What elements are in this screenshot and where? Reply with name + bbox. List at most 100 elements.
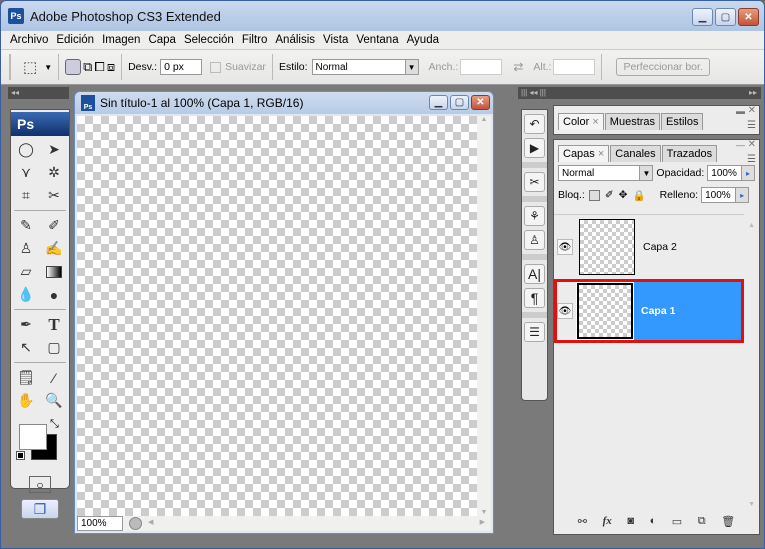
tab-estilos[interactable]: Estilos	[661, 113, 704, 130]
marquee-preset-icon[interactable]: ⬚	[23, 58, 37, 76]
paragraph-panel-icon[interactable]: ¶	[524, 288, 545, 308]
doc-close-button[interactable]: ✕	[471, 95, 490, 110]
menu-edicion[interactable]: Edición	[56, 34, 94, 46]
tab-color[interactable]: Color ×	[558, 113, 604, 130]
clone-source-icon[interactable]: ♙	[524, 230, 545, 250]
zoom-tool-icon[interactable]: 🔍	[43, 391, 65, 410]
clone-stamp-tool-icon[interactable]: ♙	[15, 239, 37, 258]
lock-pixels-icon[interactable]: ✐	[605, 189, 614, 201]
dodge-tool-icon[interactable]: ●	[43, 285, 65, 304]
panel-menu-icon[interactable]: ☰	[747, 120, 756, 131]
eye-icon[interactable]: 👁	[557, 239, 573, 255]
hand-tool-icon[interactable]: ✋	[15, 391, 37, 410]
crop-tool-icon[interactable]: ⌗	[15, 186, 37, 205]
subtract-selection-icon[interactable]: ⧠	[94, 59, 104, 75]
panel-close-icon[interactable]: ✕	[748, 139, 756, 150]
menu-ayuda[interactable]: Ayuda	[407, 34, 439, 46]
adjustment-layer-icon[interactable]: ◐	[650, 515, 657, 527]
lock-position-icon[interactable]: ✥	[619, 189, 628, 201]
vertical-scrollbar[interactable]: ▲ ▼	[477, 116, 491, 518]
zoom-level-input[interactable]: 100%	[77, 516, 123, 531]
menu-imagen[interactable]: Imagen	[102, 34, 140, 46]
rectangle-tool-icon[interactable]: ▢	[43, 338, 65, 357]
lock-transparency-icon[interactable]	[588, 189, 600, 201]
actions-panel-icon[interactable]: ▶	[524, 138, 545, 158]
path-selection-tool-icon[interactable]: ↖	[15, 338, 37, 357]
new-group-icon[interactable]: ▭	[672, 515, 682, 528]
swap-dimensions-icon[interactable]: ⇄	[513, 60, 523, 74]
opacity-slider-icon[interactable]: ▸	[741, 166, 754, 180]
feather-input[interactable]: 0 px	[160, 59, 203, 75]
scroll-down-icon[interactable]: ▼	[477, 509, 491, 516]
scroll-up-icon[interactable]: ▲	[477, 116, 491, 123]
menu-filtro[interactable]: Filtro	[242, 34, 268, 46]
history-panel-icon[interactable]: ↶	[524, 114, 545, 134]
panel-minimize-icon[interactable]: —	[736, 140, 745, 150]
menu-ventana[interactable]: Ventana	[356, 34, 398, 46]
horizontal-scrollbar[interactable]: ◀ ▶	[142, 516, 491, 531]
move-tool-icon[interactable]: ➤	[43, 140, 65, 159]
swap-colors-icon[interactable]: ⤡	[50, 418, 59, 431]
document-title-bar[interactable]: Ps Sin título-1 al 100% (Capa 1, RGB/16)…	[75, 92, 493, 114]
add-mask-icon[interactable]: ◙	[627, 515, 634, 527]
notes-tool-icon[interactable]: 🗒	[15, 368, 37, 387]
screen-mode-icon[interactable]: ❐	[21, 499, 59, 519]
scroll-left-icon[interactable]: ◀	[148, 518, 153, 526]
close-button[interactable]: ✕	[738, 8, 759, 26]
layer-comps-icon[interactable]: ☰	[524, 322, 545, 342]
panel-minimize-icon[interactable]: ▬	[736, 106, 745, 116]
refine-edge-button[interactable]: Perfeccionar bor.	[616, 58, 710, 76]
doc-minimize-button[interactable]: ▁	[429, 95, 448, 110]
tab-canales[interactable]: Canales	[610, 145, 661, 162]
link-layers-icon[interactable]: ⚯	[578, 515, 587, 528]
maximize-button[interactable]: ▢	[715, 8, 736, 26]
layer-style-icon[interactable]: fx	[603, 515, 612, 527]
options-grip[interactable]	[9, 54, 15, 80]
new-selection-icon[interactable]	[65, 59, 82, 75]
transparent-canvas[interactable]	[77, 116, 477, 518]
brushes-panel-icon[interactable]: ⚘	[524, 206, 545, 226]
toolbox-collapse-icon[interactable]: ◂◂	[8, 87, 69, 99]
layers-scroll-up-icon[interactable]: ▲	[748, 222, 755, 229]
lock-all-icon[interactable]: 🔒	[632, 189, 645, 202]
menu-archivo[interactable]: Archivo	[10, 34, 48, 46]
doc-maximize-button[interactable]: ▢	[450, 95, 469, 110]
healing-brush-tool-icon[interactable]: ✎	[15, 216, 37, 235]
scroll-right-icon[interactable]: ▶	[480, 518, 485, 526]
elliptical-marquee-tool-icon[interactable]: ◯	[15, 140, 37, 159]
delete-layer-icon[interactable]: 🗑	[721, 515, 735, 528]
gradient-tool-icon[interactable]	[43, 262, 65, 281]
fill-input[interactable]: 100% ▸	[701, 187, 750, 203]
eraser-tool-icon[interactable]: ▱	[15, 262, 37, 281]
magic-wand-tool-icon[interactable]: ✲	[43, 163, 65, 182]
blend-mode-select[interactable]: Normal ▼	[558, 165, 654, 181]
menu-seleccion[interactable]: Selección	[184, 34, 234, 46]
history-brush-tool-icon[interactable]: ✍	[43, 239, 65, 258]
character-panel-icon[interactable]: A|	[524, 264, 545, 284]
tab-trazados[interactable]: Trazados	[661, 145, 718, 162]
type-tool-icon[interactable]: T	[43, 315, 65, 334]
tab-capas[interactable]: Capas ×	[558, 145, 610, 162]
slice-tool-icon[interactable]: ✂	[43, 186, 65, 205]
panel-menu-icon[interactable]: ☰	[747, 154, 756, 165]
dock-expand-icon[interactable]: ▸▸	[749, 87, 757, 99]
quick-mask-icon[interactable]: ○	[29, 476, 51, 493]
close-icon[interactable]: ×	[598, 148, 604, 160]
blur-tool-icon[interactable]: 💧	[15, 285, 37, 304]
tool-presets-icon[interactable]: ✂	[524, 172, 545, 192]
style-select[interactable]: Normal ▼	[311, 59, 419, 75]
menu-vista[interactable]: Vista	[323, 34, 348, 46]
antialias-checkbox[interactable]	[210, 61, 222, 73]
pen-tool-icon[interactable]: ✒	[15, 315, 37, 334]
close-icon[interactable]: ×	[592, 116, 598, 128]
minimize-button[interactable]: ▁	[692, 8, 713, 26]
dock-collapse-icon[interactable]: ||| ◂◂ |||	[521, 88, 546, 97]
intersect-selection-icon[interactable]: ⧈	[107, 59, 115, 75]
foreground-color-swatch[interactable]	[19, 424, 47, 450]
menu-capa[interactable]: Capa	[148, 34, 176, 46]
layers-scroll-down-icon[interactable]: ▼	[748, 501, 755, 508]
brush-tool-icon[interactable]: ✐	[43, 216, 65, 235]
add-selection-icon[interactable]: ⧉	[83, 59, 92, 75]
default-colors-icon[interactable]	[16, 451, 25, 460]
height-input[interactable]	[553, 59, 596, 75]
